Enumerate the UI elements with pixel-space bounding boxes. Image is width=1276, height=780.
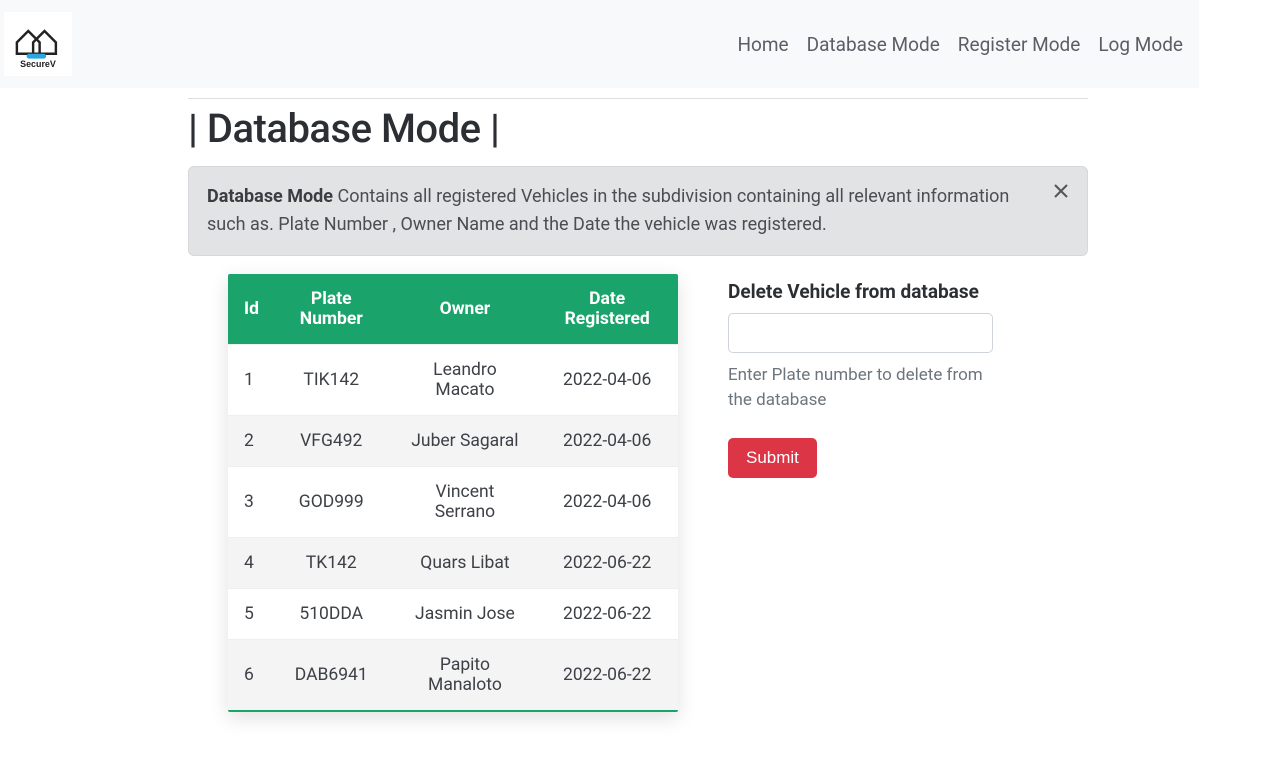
- vehicles-table: Id Plate Number Owner Date Registered 1T…: [228, 274, 678, 710]
- col-id: Id: [228, 274, 269, 345]
- cell-date: 2022-06-22: [536, 588, 678, 639]
- navbar: SecureV Home Database Mode Register Mode…: [0, 0, 1199, 88]
- col-owner: Owner: [394, 274, 537, 345]
- cell-owner: Juber Sagaral: [394, 415, 537, 466]
- table-row: 1TIK142Leandro Macato2022-04-06: [228, 344, 678, 415]
- logo-text: SecureV: [20, 59, 56, 69]
- nav-home[interactable]: Home: [737, 33, 788, 56]
- cell-date: 2022-06-22: [536, 639, 678, 710]
- cell-id: 1: [228, 344, 269, 415]
- cell-id: 2: [228, 415, 269, 466]
- col-plate: Plate Number: [269, 274, 394, 345]
- cell-date: 2022-06-22: [536, 537, 678, 588]
- cell-plate: DAB6941: [269, 639, 394, 710]
- cell-owner: Jasmin Jose: [394, 588, 537, 639]
- close-icon: [1053, 183, 1069, 199]
- page-title: | Database Mode |: [188, 105, 1088, 152]
- cell-id: 3: [228, 466, 269, 537]
- delete-panel-title: Delete Vehicle from database: [728, 280, 1088, 303]
- cell-owner: Vincent Serrano: [394, 466, 537, 537]
- cell-id: 6: [228, 639, 269, 710]
- cell-plate: TK142: [269, 537, 394, 588]
- house-logo-icon: SecureV: [12, 18, 64, 70]
- cell-owner: Leandro Macato: [394, 344, 537, 415]
- cell-plate: GOD999: [269, 466, 394, 537]
- info-alert: Database Mode Contains all registered Ve…: [188, 166, 1088, 256]
- cell-date: 2022-04-06: [536, 415, 678, 466]
- delete-panel: Delete Vehicle from database Enter Plate…: [728, 274, 1088, 478]
- delete-helper-text: Enter Plate number to delete from the da…: [728, 363, 993, 414]
- cell-owner: Quars Libat: [394, 537, 537, 588]
- cell-owner: Papito Manaloto: [394, 639, 537, 710]
- cell-plate: TIK142: [269, 344, 394, 415]
- cell-date: 2022-04-06: [536, 466, 678, 537]
- cell-id: 4: [228, 537, 269, 588]
- table-row: 4TK142Quars Libat2022-06-22: [228, 537, 678, 588]
- cell-plate: 510DDA: [269, 588, 394, 639]
- cell-id: 5: [228, 588, 269, 639]
- cell-plate: VFG492: [269, 415, 394, 466]
- table-row: 2VFG492Juber Sagaral2022-04-06: [228, 415, 678, 466]
- nav-register-mode[interactable]: Register Mode: [958, 33, 1081, 56]
- delete-plate-input[interactable]: [728, 313, 993, 353]
- nav-links: Home Database Mode Register Mode Log Mod…: [737, 33, 1183, 56]
- brand-logo[interactable]: SecureV: [4, 12, 72, 76]
- table-row: 3GOD999Vincent Serrano2022-04-06: [228, 466, 678, 537]
- table-row: 5510DDAJasmin Jose2022-06-22: [228, 588, 678, 639]
- nav-log-mode[interactable]: Log Mode: [1098, 33, 1183, 56]
- cell-date: 2022-04-06: [536, 344, 678, 415]
- vehicles-table-wrap: Id Plate Number Owner Date Registered 1T…: [228, 274, 678, 712]
- alert-close-button[interactable]: [1049, 179, 1073, 203]
- nav-database-mode[interactable]: Database Mode: [807, 33, 940, 56]
- alert-strong: Database Mode: [207, 186, 333, 207]
- table-row: 6DAB6941Papito Manaloto2022-06-22: [228, 639, 678, 710]
- delete-submit-button[interactable]: Submit: [728, 438, 817, 478]
- col-date: Date Registered: [536, 274, 678, 345]
